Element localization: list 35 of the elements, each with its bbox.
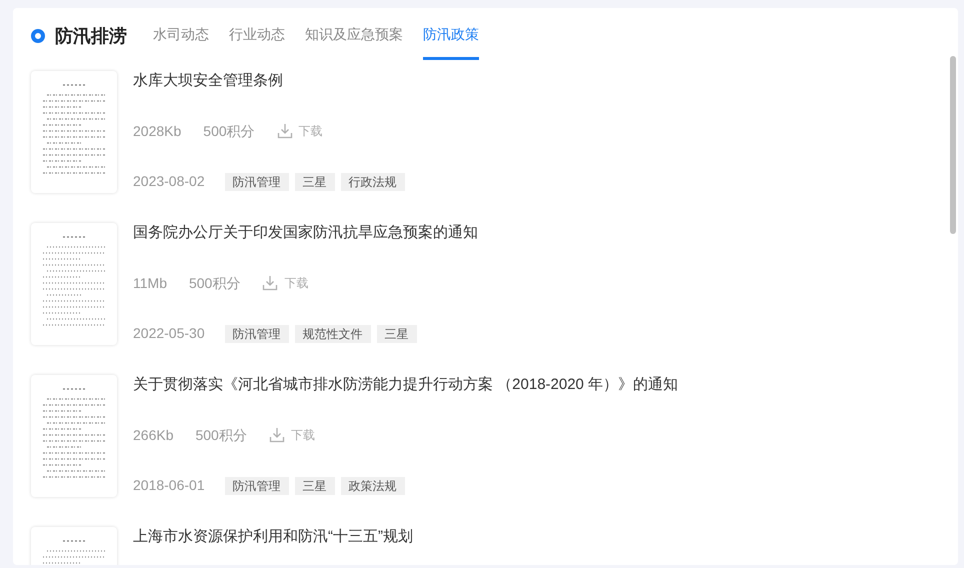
document-title[interactable]: 国务院办公厅关于印发国家防汛抗旱应急预案的通知 (133, 223, 478, 243)
file-size: 266Kb (133, 426, 174, 444)
publish-date: 2023-08-02 (133, 172, 205, 191)
tag: 政策法规 (340, 476, 405, 494)
tag: 三星 (294, 476, 335, 494)
download-link[interactable]: 下载 (268, 426, 315, 444)
tab[interactable]: 防汛政策 (423, 12, 479, 60)
tab[interactable]: 行业动态 (229, 12, 285, 60)
tag: 规范性文件 (294, 324, 371, 342)
download-icon (276, 123, 293, 139)
download-link[interactable]: 下载 (276, 122, 323, 140)
tag: 防汛管理 (224, 324, 289, 342)
download-icon (262, 275, 278, 291)
tag: 三星 (376, 324, 417, 342)
points-cost: 500积分 (188, 274, 240, 292)
tag: 行政法规 (340, 172, 405, 190)
points-cost: 500积分 (195, 426, 247, 444)
download-link[interactable]: 下载 (262, 274, 308, 292)
document-title[interactable]: 上海市水资源保护利用和防汛“十三五”规划 (133, 527, 413, 547)
document-title[interactable]: 水库大坝安全管理条例 (133, 71, 405, 91)
document-title[interactable]: 关于贯彻落实《河北省城市排水防涝能力提升行动方案 （2018-2020 年）》的通知 (133, 375, 678, 395)
section-title: 防汛排涝 (55, 24, 127, 48)
file-size: 11Mb (133, 274, 167, 292)
section-marker-icon (31, 29, 45, 43)
download-icon (268, 427, 285, 443)
publish-date: 2022-05-30 (133, 324, 205, 343)
file-size: 2028Kb (133, 122, 182, 140)
tag: 三星 (294, 172, 335, 190)
points-cost: 500积分 (203, 122, 255, 140)
tab[interactable]: 知识及应急预案 (305, 12, 403, 60)
publish-date: 2018-06-01 (133, 476, 205, 495)
tab[interactable]: 水司动态 (153, 12, 209, 60)
tag: 防汛管理 (224, 476, 289, 494)
scrollbar-thumb[interactable] (950, 56, 956, 234)
tag: 防汛管理 (224, 172, 289, 190)
